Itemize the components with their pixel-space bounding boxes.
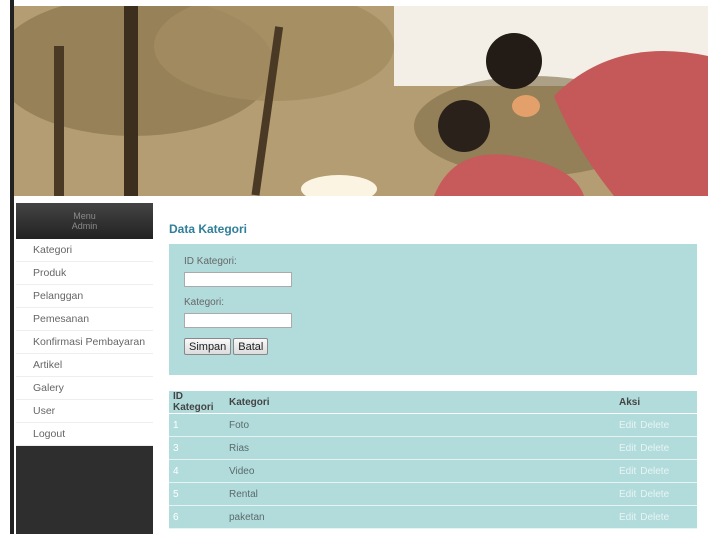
edit-link[interactable]: Edit xyxy=(619,489,636,500)
delete-link[interactable]: Delete xyxy=(640,466,669,477)
category-table: ID Kategori Kategori Aksi 1 Foto Edit Del… xyxy=(169,391,697,529)
main-content: Data Kategori ID Kategori: Kategori: Sim… xyxy=(169,222,697,529)
form-buttons: Simpan Batal xyxy=(184,338,697,355)
table-row: 4 Video Edit Delete xyxy=(169,459,697,483)
row-id: 4 xyxy=(169,459,225,483)
delete-link[interactable]: Delete xyxy=(640,489,669,500)
edit-link[interactable]: Edit xyxy=(619,512,636,523)
sidebar-item-kategori[interactable]: Kategori xyxy=(16,239,153,262)
table-row: 3 Rias Edit Delete xyxy=(169,436,697,460)
header-aksi: Aksi xyxy=(615,391,697,414)
batal-button[interactable]: Batal xyxy=(233,338,269,355)
id-kategori-input[interactable] xyxy=(184,272,292,287)
row-id: 3 xyxy=(169,436,225,460)
kategori-input[interactable] xyxy=(184,313,292,328)
delete-link[interactable]: Delete xyxy=(640,512,669,523)
delete-link[interactable]: Delete xyxy=(640,443,669,454)
row-kategori: Foto xyxy=(225,413,615,437)
row-kategori: paketan xyxy=(225,505,615,529)
row-kategori: Video xyxy=(225,459,615,483)
table-header-row: ID Kategori Kategori Aksi xyxy=(169,391,697,414)
edit-link[interactable]: Edit xyxy=(619,466,636,477)
sidebar-header: Menu Admin xyxy=(16,203,153,239)
sidebar-item-user[interactable]: User xyxy=(16,400,153,423)
sidebar-item-galery[interactable]: Galery xyxy=(16,377,153,400)
category-form: ID Kategori: Kategori: Simpan Batal xyxy=(169,244,697,375)
sidebar-item-pemesanan[interactable]: Pemesanan xyxy=(16,308,153,331)
row-id: 1 xyxy=(169,413,225,437)
header-id-kategori: ID Kategori xyxy=(169,391,225,414)
table-row: 5 Rental Edit Delete xyxy=(169,482,697,506)
table-row: 1 Foto Edit Delete xyxy=(169,413,697,437)
row-id: 6 xyxy=(169,505,225,529)
row-kategori: Rental xyxy=(225,482,615,506)
row-id: 5 xyxy=(169,482,225,506)
sidebar-header-line1: Menu xyxy=(73,211,96,221)
simpan-button[interactable]: Simpan xyxy=(184,338,232,355)
page-title: Data Kategori xyxy=(169,222,248,236)
id-kategori-label: ID Kategori: xyxy=(184,256,237,267)
sidebar-item-logout[interactable]: Logout xyxy=(16,423,153,446)
edit-link[interactable]: Edit xyxy=(619,443,636,454)
sidebar: Menu Admin Kategori Produk Pelanggan Pem… xyxy=(16,203,153,534)
delete-link[interactable]: Delete xyxy=(640,420,669,431)
edit-link[interactable]: Edit xyxy=(619,420,636,431)
sidebar-item-pelanggan[interactable]: Pelanggan xyxy=(16,285,153,308)
sidebar-item-artikel[interactable]: Artikel xyxy=(16,354,153,377)
table-row: 6 paketan Edit Delete xyxy=(169,505,697,529)
header-kategori: Kategori xyxy=(225,391,615,414)
sidebar-item-konfirmasi-pembayaran[interactable]: Konfirmasi Pembayaran xyxy=(16,331,153,354)
kategori-label: Kategori: xyxy=(184,297,225,308)
sidebar-item-produk[interactable]: Produk xyxy=(16,262,153,285)
header-banner-image xyxy=(14,6,708,196)
row-kategori: Rias xyxy=(225,436,615,460)
sidebar-header-line2: Admin xyxy=(71,221,98,231)
